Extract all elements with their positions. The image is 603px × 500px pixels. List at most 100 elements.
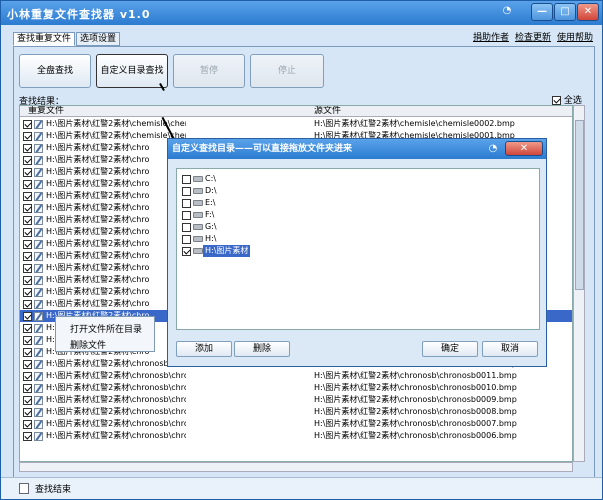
source-path: H:\图片素材\红警2素材\chronosb\chronosb0008.bmp — [314, 407, 517, 416]
duplicate-path: H:\图片素材\红警2素材\chro — [46, 155, 150, 164]
donate-link[interactable]: 捐助作者 — [473, 30, 509, 43]
source-path: H:\图片素材\红警2素材\chronosb\chronosb0011.bmp — [314, 371, 517, 380]
stop-button[interactable]: 停止 — [250, 54, 324, 88]
help-link[interactable]: 使用帮助 — [557, 30, 593, 43]
drive-item[interactable]: D:\ — [177, 185, 541, 197]
file-icon — [34, 432, 43, 441]
file-icon — [34, 288, 43, 297]
table-row[interactable]: H:\图片素材\红警2素材\chronosb\chronosb0018.bmp H… — [20, 370, 572, 382]
table-row[interactable]: H:\图片素材\红警2素材\chronosb\chronosb0023.bmp H… — [20, 430, 572, 442]
drive-item[interactable]: G:\ — [177, 221, 541, 233]
row-checkbox[interactable] — [23, 408, 32, 417]
select-all-checkbox[interactable] — [552, 96, 561, 105]
drive-label: F:\ — [205, 210, 215, 219]
add-button[interactable]: 添加 — [176, 341, 232, 357]
duplicate-path: H:\图片素材\红警2素材\chronosb\chronosb0023.bmp — [46, 431, 186, 440]
duplicate-path: H:\图片素材\红警2素材\chronosb\chronosb0022.bmp — [46, 419, 186, 428]
table-row[interactable]: H:\图片素材\红警2素材\chronosb\chronosb0021.bmp H… — [20, 406, 572, 418]
row-checkbox[interactable] — [23, 192, 32, 201]
table-row[interactable]: H:\图片素材\红警2素材\chronosb\chronosb0019.bmp H… — [20, 382, 572, 394]
duplicate-path: H:\图片素材\红警2素材\chronosb\chronosb0020.bmp — [46, 395, 186, 404]
drive-icon — [193, 212, 203, 218]
file-icon — [34, 324, 43, 333]
row-checkbox[interactable] — [23, 168, 32, 177]
drive-item[interactable]: F:\ — [177, 209, 541, 221]
row-checkbox[interactable] — [23, 324, 32, 333]
row-checkbox[interactable] — [23, 288, 32, 297]
row-checkbox[interactable] — [23, 360, 32, 369]
row-checkbox[interactable] — [23, 396, 32, 405]
table-row[interactable]: H:\图片素材\红警2素材\chronosb\chronosb0022.bmp H… — [20, 418, 572, 430]
minimize-button[interactable]: — — [531, 3, 553, 21]
drive-checkbox[interactable] — [182, 199, 191, 208]
horizontal-scrollbar[interactable] — [19, 462, 573, 472]
dialog-close-button[interactable]: ✕ — [505, 141, 543, 156]
row-checkbox[interactable] — [23, 300, 32, 309]
pause-button[interactable]: 暂停 — [173, 54, 245, 88]
column-duplicate[interactable]: 重复文件 — [28, 106, 64, 117]
close-button[interactable]: ✕ — [577, 3, 599, 21]
tab-find-duplicates[interactable]: 查找重复文件 — [13, 32, 76, 46]
status-text: 查找结束 — [35, 485, 72, 495]
drive-checkbox[interactable] — [182, 223, 191, 232]
drive-checkbox[interactable] — [182, 187, 191, 196]
file-icon — [34, 348, 43, 357]
drive-item[interactable]: E:\ — [177, 197, 541, 209]
row-checkbox[interactable] — [23, 240, 32, 249]
row-checkbox[interactable] — [23, 372, 32, 381]
file-icon — [34, 132, 43, 141]
table-row[interactable]: H:\图片素材\红警2素材\chemisle\chemisle0H:\图片素材\… — [20, 118, 572, 130]
duplicate-path: H:\图片素材\红警2素材\chro — [46, 299, 150, 308]
file-icon — [34, 264, 43, 273]
ok-button[interactable]: 确定 — [422, 341, 478, 357]
cancel-button[interactable]: 取消 — [482, 341, 538, 357]
drive-label: D:\ — [205, 186, 217, 195]
drive-label: H:\ — [205, 234, 217, 243]
drive-checkbox[interactable] — [182, 247, 191, 256]
duplicate-path: H:\图片素材\红警2素材\chro — [46, 275, 150, 284]
menu-delete-file[interactable]: 删除文件 — [70, 338, 106, 351]
row-checkbox[interactable] — [23, 204, 32, 213]
row-checkbox[interactable] — [23, 336, 32, 345]
row-checkbox[interactable] — [23, 228, 32, 237]
row-checkbox[interactable] — [23, 252, 32, 261]
drive-item[interactable]: C:\ — [177, 173, 541, 185]
row-checkbox[interactable] — [23, 156, 32, 165]
row-checkbox[interactable] — [23, 144, 32, 153]
row-checkbox[interactable] — [23, 132, 32, 141]
title-bar[interactable]: 小林重复文件查找器 v1.0 ◔ — □ ✕ — [1, 1, 602, 25]
row-checkbox[interactable] — [23, 348, 32, 357]
drive-item[interactable]: H:\ — [177, 233, 541, 245]
vertical-scrollbar[interactable] — [573, 105, 585, 462]
row-checkbox[interactable] — [23, 180, 32, 189]
custom-dir-button[interactable]: 自定义目录查找 — [96, 54, 168, 88]
custom-dir-dialog: 自定义查找目录——可以直接拖放文件夹进来 ◔ ✕ C:\ D:\ E:\ F:\ G:\… — [167, 138, 547, 367]
row-checkbox[interactable] — [23, 420, 32, 429]
drive-tree[interactable]: C:\ D:\ E:\ F:\ G:\ H:\ H:\图片素材 — [176, 168, 540, 330]
maximize-button[interactable]: □ — [554, 3, 576, 21]
file-icon — [34, 384, 43, 393]
row-checkbox[interactable] — [23, 312, 32, 321]
column-source[interactable]: 源文件 — [314, 106, 341, 117]
app-icon: ◔ — [502, 5, 512, 16]
row-checkbox[interactable] — [23, 384, 32, 393]
row-checkbox[interactable] — [23, 276, 32, 285]
table-row[interactable]: H:\图片素材\红警2素材\chronosb\chronosb0020.bmp H… — [20, 394, 572, 406]
row-checkbox[interactable] — [23, 264, 32, 273]
row-checkbox[interactable] — [23, 216, 32, 225]
drive-icon — [193, 188, 203, 194]
list-header: 重复文件 源文件 — [20, 106, 572, 117]
row-checkbox[interactable] — [23, 120, 32, 129]
dialog-icon: ◔ — [488, 143, 498, 154]
scroll-thumb[interactable] — [575, 120, 584, 290]
scan-all-button[interactable]: 全盘查找 — [19, 54, 91, 88]
drive-checkbox[interactable] — [182, 211, 191, 220]
delete-button[interactable]: 删除 — [234, 341, 290, 357]
check-update-link[interactable]: 检查更新 — [515, 30, 551, 43]
drive-item[interactable]: H:\图片素材 — [177, 245, 541, 257]
drive-checkbox[interactable] — [182, 175, 191, 184]
tab-settings[interactable]: 选项设置 — [76, 32, 121, 46]
row-checkbox[interactable] — [23, 432, 32, 441]
drive-checkbox[interactable] — [182, 235, 191, 244]
menu-open-folder[interactable]: 打开文件所在目录 — [70, 322, 142, 335]
